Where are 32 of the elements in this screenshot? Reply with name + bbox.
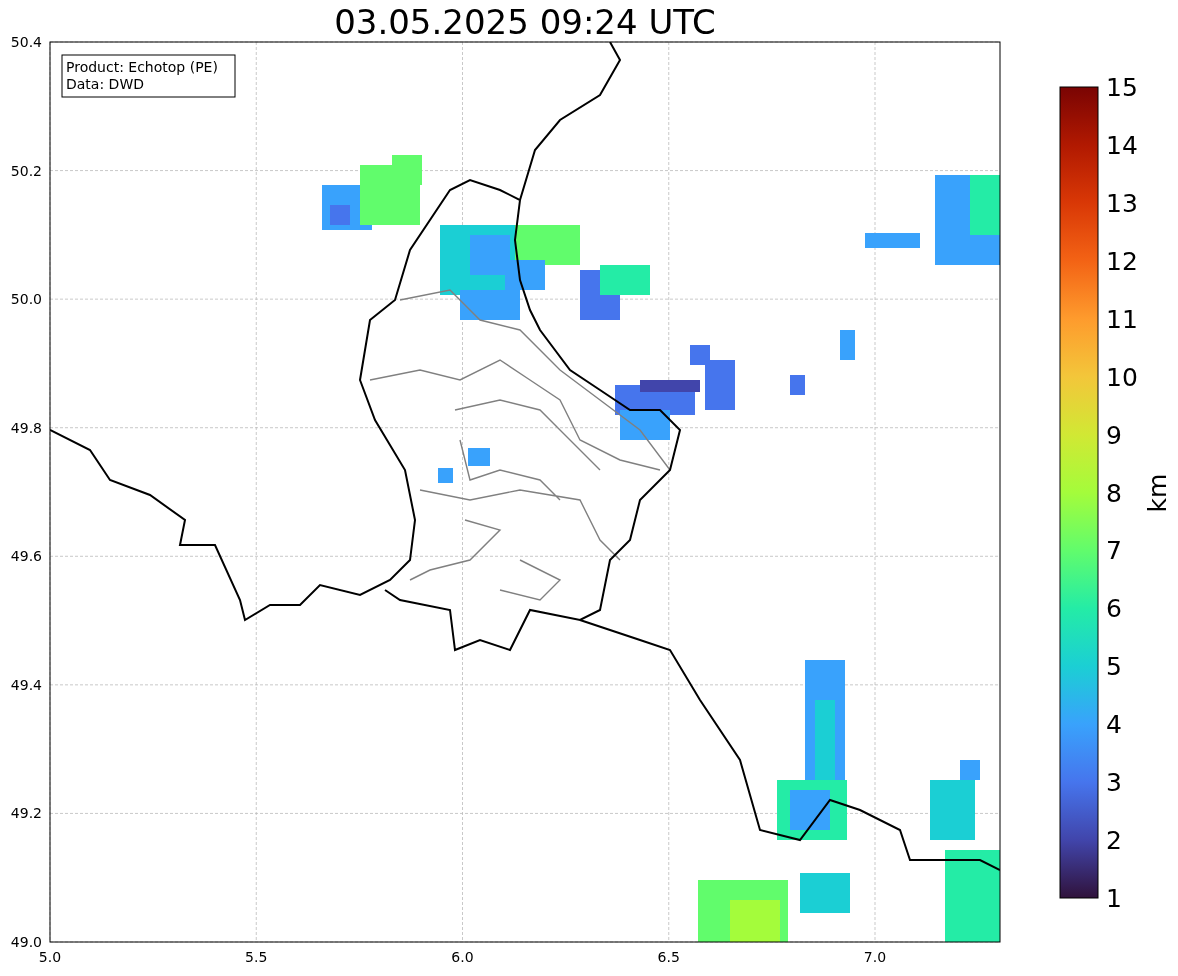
colorbar-tick-label: 2 — [1106, 826, 1122, 856]
y-tick-label: 50.4 — [10, 34, 42, 50]
x-tick-label: 5.5 — [245, 949, 268, 965]
colorbar-tick-label: 15 — [1106, 73, 1138, 102]
colorbar-tick-label: 13 — [1106, 188, 1138, 218]
y-tick-label: 49.2 — [10, 805, 42, 822]
colorbar-tick-label: 4 — [1106, 710, 1122, 740]
x-tick-label: 5.0 — [38, 949, 62, 965]
colorbar-tick-label: 14 — [1106, 130, 1138, 160]
colorbar-tick-label: 12 — [1106, 246, 1138, 276]
y-tick-label: 49.4 — [10, 676, 42, 693]
x-tick-label: 6.0 — [451, 949, 474, 965]
colorbar-tick-label: 11 — [1106, 304, 1138, 334]
colorbar-tick-label: 10 — [1106, 362, 1138, 392]
colorbar-tick-label: 5 — [1106, 652, 1122, 682]
x-tick-label: 6.5 — [657, 949, 680, 965]
legend-text: Data: DWD — [66, 76, 144, 92]
colorbar-tick-label: 3 — [1106, 768, 1122, 798]
chart-title: 03.05.2025 09:24 UTC — [334, 2, 716, 42]
y-tick-label: 49.0 — [10, 934, 42, 950]
colorbar-tick-label: 9 — [1106, 420, 1122, 450]
y-tick-label: 50.0 — [10, 291, 42, 308]
colorbar-tick-label: 1 — [1106, 884, 1122, 913]
legend-text: Product: Echotop (PE) — [66, 59, 218, 75]
y-tick-label: 50.2 — [10, 162, 42, 179]
colorbar-label: km — [1143, 473, 1172, 513]
colorbar-tick-label: 7 — [1106, 536, 1122, 566]
colorbar-tick-label: 6 — [1106, 594, 1122, 624]
y-tick-label: 49.6 — [10, 548, 42, 565]
x-tick-label: 7.0 — [863, 949, 887, 965]
y-tick-label: 49.8 — [10, 419, 42, 436]
colorbar-tick-label: 8 — [1106, 478, 1122, 508]
